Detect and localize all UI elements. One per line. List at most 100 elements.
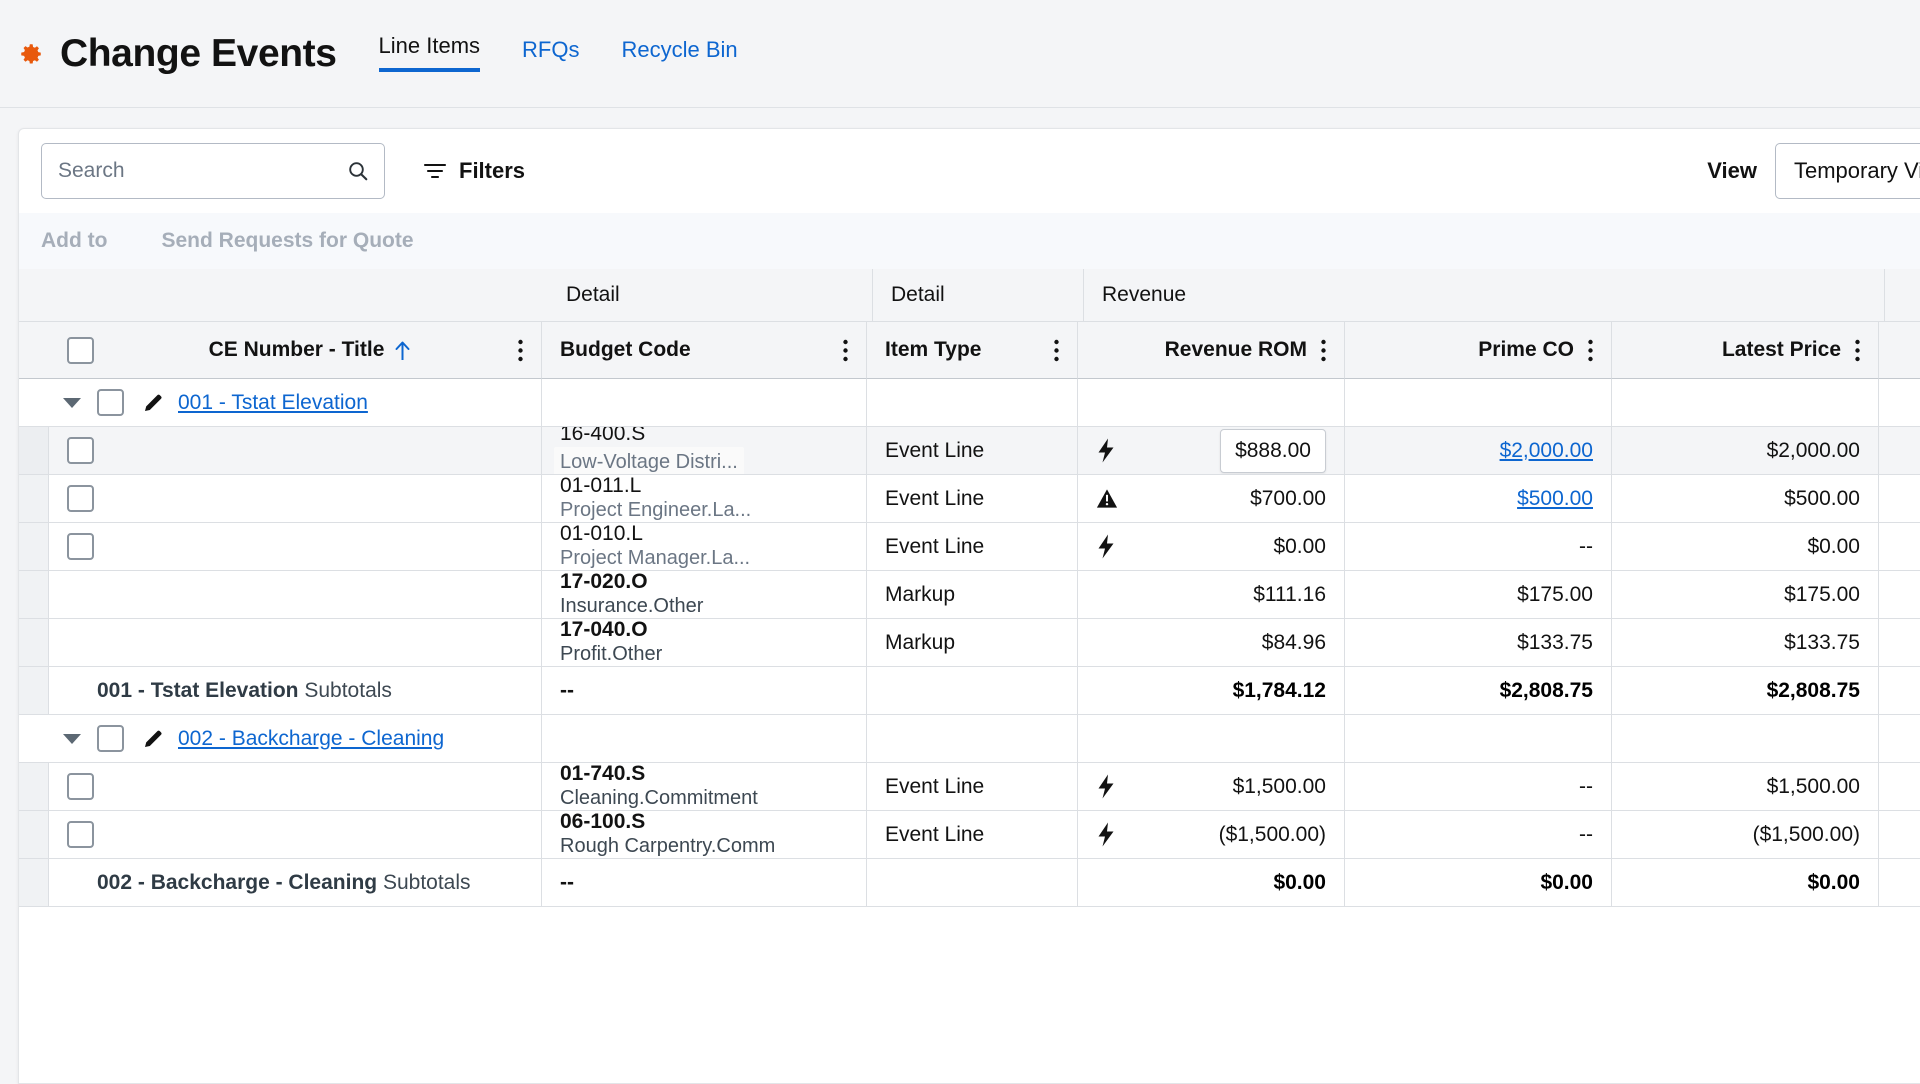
row-select-cell[interactable] [49,619,542,667]
row-budget-code-cell[interactable]: 06-100.SRough Carpentry.Comm [542,811,867,859]
row-prime-co[interactable]: -- [1345,523,1612,571]
kebab-menu-icon[interactable] [1588,339,1593,362]
row-select-cell[interactable] [49,811,542,859]
kebab-menu-icon[interactable] [518,339,523,362]
row-latest-price: $175.00 [1612,571,1879,619]
subtotal-title: 001 - Tstat Elevation Subtotals [49,667,542,715]
row-revenue-rom[interactable]: $1,500.00 [1078,763,1345,811]
tab-line-items[interactable]: Line Items [379,33,481,72]
search-field[interactable] [41,143,385,199]
row-select-cell[interactable] [49,427,542,475]
row-budget-code-cell[interactable]: 01-010.LProject Manager.La... [542,523,867,571]
header-revenue-rom[interactable]: Revenue ROM [1078,322,1345,379]
search-input[interactable] [42,144,384,198]
row-revenue-rom[interactable]: ($1,500.00) [1078,811,1345,859]
select-all-checkbox[interactable] [67,337,94,364]
send-requests-for-quote-button[interactable]: Send Requests for Quote [161,229,413,253]
revenue-rom-value[interactable]: $84.96 [1262,631,1326,655]
revenue-rom-value[interactable]: $1,500.00 [1233,775,1326,799]
row-prime-co[interactable]: $2,000.00 [1345,427,1612,475]
filters-button[interactable]: Filters [413,150,535,192]
budget-code-description: Low-Voltage Distri... [554,447,744,475]
tab-recycle-bin[interactable]: Recycle Bin [622,37,738,72]
budget-code-value: 01-010.L [560,523,643,547]
revenue-rom-value[interactable]: $111.16 [1253,583,1326,607]
subtotal-row: 002 - Backcharge - Cleaning Subtotals--$… [19,859,1920,907]
row-budget-code-cell[interactable]: 17-040.OProfit.Other [542,619,867,667]
table-row[interactable]: 01-010.LProject Manager.La...Event Line$… [19,523,1920,571]
header-prime-co[interactable]: Prime CO [1345,322,1612,379]
add-to-button[interactable]: Add to [41,229,107,253]
row-checkbox[interactable] [67,533,94,560]
row-budget-code-cell[interactable]: 17-020.OInsurance.Other [542,571,867,619]
row-budget-code-cell[interactable]: 01-011.LProject Engineer.La... [542,475,867,523]
group-row-latest-price [1612,379,1879,427]
group-row-title-cell[interactable]: 001 - Tstat Elevation [49,379,542,427]
row-budget-code-cell[interactable]: 01-740.SCleaning.Commitment [542,763,867,811]
prime-co-value: -- [1579,775,1593,799]
kebab-menu-icon[interactable] [843,339,848,362]
row-revenue-rom[interactable]: $700.00 [1078,475,1345,523]
row-select-cell[interactable] [49,523,542,571]
row-prime-co[interactable]: -- [1345,811,1612,859]
view-select[interactable]: Temporary View [1775,143,1920,199]
table-row[interactable]: 01-011.LProject Engineer.La...Event Line… [19,475,1920,523]
table-row[interactable]: 16-400.SLow-Voltage Distri...Event Line $… [19,427,1920,475]
kebab-menu-icon[interactable] [1321,339,1326,362]
pencil-icon[interactable] [142,728,164,750]
row-revenue-rom[interactable]: $111.16 [1078,571,1345,619]
row-item-type: Event Line [867,427,1078,475]
row-select-cell[interactable] [49,475,542,523]
row-indent [19,427,49,475]
revenue-rom-input[interactable]: $888.00 [1220,429,1326,473]
tab-rfqs[interactable]: RFQs [522,37,579,72]
row-prime-co[interactable]: $175.00 [1345,571,1612,619]
search-icon[interactable] [346,159,370,183]
kebab-menu-icon[interactable] [1855,339,1860,362]
header-next-column[interactable] [1879,322,1920,379]
row-select-cell[interactable] [49,763,542,811]
group-row-link[interactable]: 002 - Backcharge - Cleaning [178,727,444,751]
revenue-rom-value[interactable]: $0.00 [1273,535,1326,559]
row-prime-co[interactable]: $500.00 [1345,475,1612,523]
row-revenue-rom[interactable]: $84.96 [1078,619,1345,667]
row-select-cell[interactable] [49,571,542,619]
revenue-rom-value[interactable]: ($1,500.00) [1219,823,1326,847]
table-row[interactable]: 17-040.OProfit.OtherMarkup$84.96$133.75$… [19,619,1920,667]
row-prime-co[interactable]: -- [1345,763,1612,811]
table-row[interactable]: 06-100.SRough Carpentry.CommEvent Line($… [19,811,1920,859]
group-row-checkbox[interactable] [97,389,124,416]
row-revenue-rom[interactable]: $0.00 [1078,523,1345,571]
pencil-icon[interactable] [142,392,164,414]
row-checkbox[interactable] [67,437,94,464]
revenue-rom-value[interactable]: $700.00 [1250,487,1326,511]
header-budget-code[interactable]: Budget Code [542,322,867,379]
header-latest-price[interactable]: Latest Price [1612,322,1879,379]
table-row[interactable]: 01-740.SCleaning.CommitmentEvent Line$1,… [19,763,1920,811]
subtotal-revenue-rom: $1,784.12 [1078,667,1345,715]
row-prime-co[interactable]: $133.75 [1345,619,1612,667]
group-row[interactable]: 002 - Backcharge - Cleaning [19,715,1920,763]
table-row[interactable]: 17-020.OInsurance.OtherMarkup$111.16$175… [19,571,1920,619]
kebab-menu-icon[interactable] [1054,339,1059,362]
subtotal-budget-code: -- [542,667,867,715]
caret-down-icon[interactable] [63,734,81,744]
row-checkbox[interactable] [67,773,94,800]
group-row-next [1879,715,1920,763]
budget-code-value: 01-740.S [560,763,645,787]
group-row-title-cell[interactable]: 002 - Backcharge - Cleaning [49,715,542,763]
group-row-link[interactable]: 001 - Tstat Elevation [178,391,368,415]
lightning-bolt-icon [1096,774,1118,799]
group-row[interactable]: 001 - Tstat Elevation [19,379,1920,427]
row-budget-code-cell[interactable]: 16-400.SLow-Voltage Distri... [542,427,867,475]
prime-co-link[interactable]: $2,000.00 [1500,439,1593,463]
header-ce-number-title[interactable]: CE Number - Title [49,322,542,379]
row-checkbox[interactable] [67,485,94,512]
subtotal-next-column [1879,667,1920,715]
header-item-type[interactable]: Item Type [867,322,1078,379]
prime-co-link[interactable]: $500.00 [1517,487,1593,511]
row-checkbox[interactable] [67,821,94,848]
group-row-checkbox[interactable] [97,725,124,752]
row-revenue-rom[interactable]: $888.00 [1078,427,1345,475]
caret-down-icon[interactable] [63,398,81,408]
